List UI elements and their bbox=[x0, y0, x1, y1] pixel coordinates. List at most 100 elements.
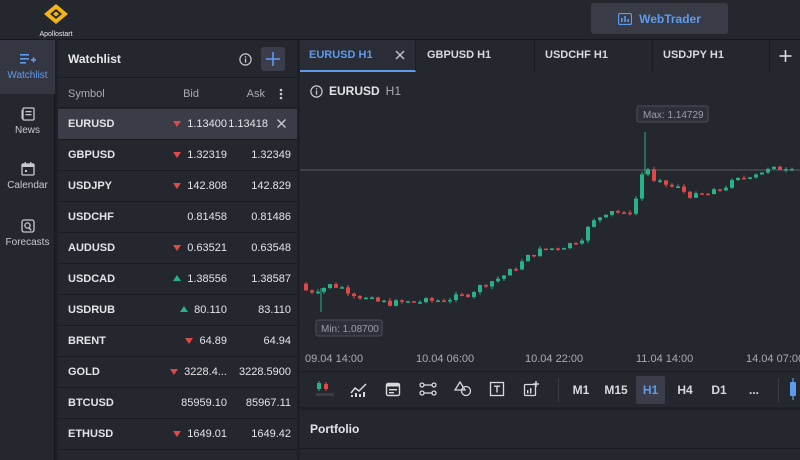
toolbar-divider bbox=[778, 378, 779, 402]
events-button[interactable] bbox=[380, 376, 406, 402]
watchlist-row[interactable]: ETHUSD 1649.01 1649.42 bbox=[58, 419, 297, 450]
nav-item-watchlist[interactable]: Watchlist bbox=[0, 40, 55, 94]
add-indicator-button[interactable] bbox=[518, 376, 544, 402]
chart-type-button[interactable] bbox=[312, 376, 338, 402]
column-bid[interactable]: Bid bbox=[183, 88, 199, 100]
candle-down bbox=[778, 166, 782, 170]
nav-item-forecasts[interactable]: Forecasts bbox=[0, 207, 55, 261]
watchlist-icon bbox=[19, 54, 36, 64]
candle-down bbox=[484, 285, 488, 287]
column-ask[interactable]: Ask bbox=[247, 88, 265, 100]
row-bid: 85959.10 bbox=[181, 397, 227, 409]
candle-up bbox=[550, 248, 554, 250]
nav-item-calendar[interactable]: Calendar bbox=[0, 150, 55, 204]
candle-up bbox=[586, 226, 590, 241]
calendar-icon bbox=[385, 382, 401, 397]
x-axis-label: 09.04 14:00 bbox=[305, 353, 363, 365]
row-bid: 1649.01 bbox=[187, 428, 227, 440]
watchlist-row[interactable]: USDRUB 80.110 83.110 bbox=[58, 295, 297, 326]
add-tab-button[interactable] bbox=[771, 40, 800, 72]
candle-down bbox=[388, 300, 392, 306]
candle-down bbox=[706, 193, 710, 196]
watchlist-panel: Watchlist Symbol Bid Ask EURUSD 1.13400 … bbox=[58, 40, 297, 460]
candle-up bbox=[712, 189, 716, 195]
candle-down bbox=[310, 290, 314, 293]
watchlist-rows: EURUSD 1.13400 1.13418 GBPUSD 1.32319 1.32349… bbox=[58, 109, 297, 450]
watchlist-row[interactable]: EURUSD 1.13400 1.13418 bbox=[58, 109, 297, 140]
info-icon[interactable] bbox=[310, 84, 323, 98]
watchlist-row[interactable]: AUDUSD 0.63521 0.63548 bbox=[58, 233, 297, 264]
portfolio-title[interactable]: Portfolio bbox=[310, 422, 359, 436]
watchlist-row[interactable]: USDJPY 142.808 142.829 bbox=[58, 171, 297, 202]
tab-gbpusd-h1[interactable]: GBPUSD H1 bbox=[418, 40, 535, 72]
timeframe-h1-button[interactable]: H1 bbox=[636, 376, 665, 404]
timeframe-m15-button[interactable]: M15 bbox=[601, 376, 631, 404]
candle-up bbox=[448, 299, 452, 302]
chart-plus-icon bbox=[523, 381, 539, 397]
watchlist-row[interactable]: GOLD 3228.4... 3228.5900 bbox=[58, 357, 297, 388]
row-ask: 0.63548 bbox=[251, 242, 291, 254]
row-bid: 64.89 bbox=[199, 335, 227, 347]
indicators-button[interactable] bbox=[346, 376, 372, 402]
candle-down bbox=[718, 189, 722, 191]
add-symbol-button[interactable] bbox=[261, 47, 285, 71]
candle-up bbox=[406, 301, 410, 303]
shapes-button[interactable] bbox=[450, 376, 476, 402]
row-symbol: USDJPY bbox=[68, 180, 113, 192]
column-symbol[interactable]: Symbol bbox=[68, 88, 105, 100]
watchlist-header: Watchlist bbox=[58, 40, 297, 78]
forecasts-icon bbox=[20, 219, 35, 233]
candle-down bbox=[682, 186, 686, 192]
candle-up bbox=[694, 193, 698, 198]
timeframe-m1-button[interactable]: M1 bbox=[566, 376, 596, 404]
tab-usdjpy-h1[interactable]: USDJPY H1 bbox=[654, 40, 770, 72]
nav-item-news[interactable]: News bbox=[0, 95, 55, 149]
row-symbol: EURUSD bbox=[68, 118, 115, 130]
candle-down bbox=[400, 300, 404, 302]
watchlist-row[interactable]: GBPUSD 1.32319 1.32349 bbox=[58, 140, 297, 171]
candle-up bbox=[568, 243, 572, 249]
candle-down bbox=[376, 297, 380, 302]
info-icon[interactable] bbox=[239, 53, 252, 66]
close-tab-icon[interactable] bbox=[395, 50, 405, 60]
candle-up bbox=[340, 287, 344, 289]
webtrader-button[interactable]: WebTrader bbox=[591, 3, 728, 34]
tab-usdchf-h1[interactable]: USDCHF H1 bbox=[536, 40, 653, 72]
price-down-icon bbox=[173, 152, 182, 158]
candle-down bbox=[544, 248, 548, 251]
watchlist-row[interactable]: BTCUSD 85959.10 85967.11 bbox=[58, 388, 297, 419]
row-ask: 3228.5900 bbox=[239, 366, 291, 378]
text-tool-button[interactable] bbox=[484, 376, 510, 402]
remove-symbol-icon[interactable] bbox=[276, 118, 287, 129]
tab-eurusd-h1[interactable]: EURUSD H1 bbox=[300, 40, 416, 72]
watchlist-row[interactable]: BRENT 64.89 64.94 bbox=[58, 326, 297, 357]
row-ask: 85967.11 bbox=[245, 397, 291, 409]
row-bid: 1.38556 bbox=[187, 273, 227, 285]
more-vertical-icon[interactable] bbox=[279, 88, 283, 100]
nav-label-calendar: Calendar bbox=[7, 180, 48, 191]
more-timeframes-button[interactable]: ... bbox=[739, 376, 769, 404]
watchlist-row[interactable]: USDCAD 1.38556 1.38587 bbox=[58, 264, 297, 295]
chart-panel[interactable]: Max: 1.14729 Min: 1.08700 09.04 14:00 10… bbox=[300, 72, 800, 371]
timeframe-h4-button[interactable]: H4 bbox=[670, 376, 700, 404]
portfolio-divider bbox=[300, 448, 800, 449]
candlestick-chart[interactable]: Max: 1.14729 Min: 1.08700 09.04 14:00 10… bbox=[300, 72, 800, 371]
candle-up bbox=[766, 168, 770, 173]
candle-up bbox=[676, 186, 680, 188]
candle-up bbox=[472, 292, 476, 297]
x-axis-label: 10.04 06:00 bbox=[416, 353, 474, 365]
top-bar: Apollostart WebTrader bbox=[0, 0, 800, 40]
candle-style-button[interactable] bbox=[785, 376, 800, 402]
timeframe-d1-button[interactable]: D1 bbox=[704, 376, 734, 404]
brand-logo[interactable]: Apollostart bbox=[36, 3, 76, 38]
watchlist-row[interactable]: USDCHF 0.81458 0.81486 bbox=[58, 202, 297, 233]
candle-up bbox=[592, 220, 596, 227]
chart-tabs: EURUSD H1 GBPUSD H1 USDCHF H1 USDJPY H1 bbox=[300, 40, 800, 72]
price-up-icon bbox=[180, 306, 189, 312]
price-down-icon bbox=[173, 431, 182, 437]
text-frame-icon bbox=[489, 381, 505, 397]
shapes-icon bbox=[454, 381, 472, 397]
row-ask: 64.94 bbox=[263, 335, 291, 347]
line-tool-icon bbox=[419, 382, 437, 396]
trend-line-button[interactable] bbox=[415, 376, 441, 402]
